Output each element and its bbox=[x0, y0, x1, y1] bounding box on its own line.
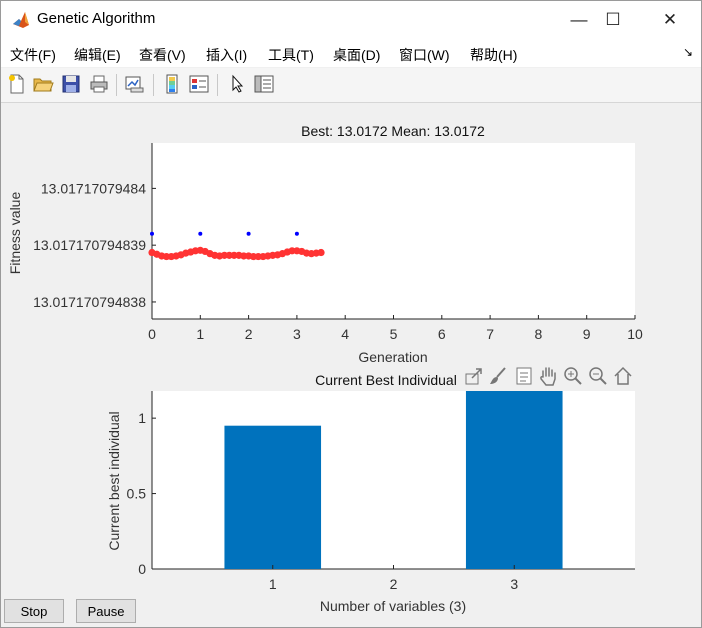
maximize-button[interactable]: ☐ bbox=[590, 1, 636, 39]
menu-window[interactable]: 窗口(W) bbox=[399, 45, 450, 65]
x-tick-label: 1 bbox=[196, 326, 204, 342]
new-figure-icon[interactable] bbox=[6, 73, 28, 95]
y-tick-label: 13.01717079484 bbox=[41, 180, 146, 196]
menu-bar: 文件(F) 编辑(E) 查看(V) 插入(I) 工具(T) 桌面(D) 窗口(W… bbox=[1, 39, 701, 67]
x-tick-label: 2 bbox=[245, 326, 253, 342]
figure-toolbar bbox=[1, 68, 701, 103]
y-tick-label: 0 bbox=[138, 561, 146, 577]
title-bar: Genetic Algorithm — ☐ ✕ bbox=[1, 1, 701, 39]
fitness-x-label: Generation bbox=[358, 349, 427, 365]
fitness-y-label: Fitness value bbox=[7, 192, 23, 275]
open-file-icon[interactable] bbox=[32, 73, 54, 95]
zoom-in-icon[interactable] bbox=[562, 365, 584, 387]
link-plot-icon[interactable] bbox=[123, 73, 145, 95]
menu-insert[interactable]: 插入(I) bbox=[206, 45, 247, 65]
toolbar-separator bbox=[153, 74, 154, 96]
best-fitness-point bbox=[294, 231, 299, 236]
close-button[interactable]: ✕ bbox=[647, 1, 693, 39]
zoom-out-icon[interactable] bbox=[587, 365, 609, 387]
export-icon[interactable] bbox=[463, 365, 485, 387]
colorbar-icon[interactable] bbox=[161, 73, 183, 95]
close-icon: ✕ bbox=[662, 10, 678, 29]
datatip-icon[interactable] bbox=[512, 365, 534, 387]
minimize-icon: — bbox=[570, 10, 588, 29]
matlab-icon bbox=[13, 12, 29, 28]
menu-tools[interactable]: 工具(T) bbox=[268, 45, 314, 65]
fitness-chart-title: Best: 13.0172 Mean: 13.0172 bbox=[301, 123, 485, 139]
menu-desktop[interactable]: 桌面(D) bbox=[333, 45, 380, 65]
individual-y-label: Current best individual bbox=[106, 411, 122, 550]
menu-view[interactable]: 查看(V) bbox=[139, 45, 186, 65]
mean-fitness-point bbox=[317, 248, 325, 257]
x-tick-label: 7 bbox=[486, 326, 494, 342]
y-tick-label: 13.017170794839 bbox=[33, 237, 146, 253]
y-tick-label: 1 bbox=[138, 410, 146, 426]
individual-chart-title: Current Best Individual bbox=[315, 372, 457, 388]
stop-button[interactable]: Stop bbox=[4, 599, 64, 623]
y-tick-label: 0.5 bbox=[127, 486, 147, 502]
x-tick-label: 4 bbox=[341, 326, 349, 342]
x-tick-label: 3 bbox=[293, 326, 301, 342]
fitness-axes[interactable] bbox=[152, 143, 635, 319]
property-inspector-icon[interactable] bbox=[253, 73, 275, 95]
toolbar-separator bbox=[217, 74, 218, 96]
best-fitness-point bbox=[150, 231, 154, 236]
pointer-icon[interactable] bbox=[226, 73, 248, 95]
bar-variable-3 bbox=[465, 391, 563, 569]
toolbar-separator bbox=[116, 74, 117, 96]
x-tick-label: 5 bbox=[390, 326, 398, 342]
pan-hand-icon[interactable] bbox=[537, 365, 559, 387]
menu-help[interactable]: 帮助(H) bbox=[470, 45, 517, 65]
x-tick-label: 9 bbox=[583, 326, 591, 342]
bar-variable-1 bbox=[224, 425, 322, 569]
x-tick-label: 0 bbox=[148, 326, 156, 342]
x-tick-label: 1 bbox=[269, 576, 277, 592]
menu-edit[interactable]: 编辑(E) bbox=[74, 45, 121, 65]
menu-overflow-icon[interactable]: ↘ bbox=[683, 45, 693, 59]
print-icon[interactable] bbox=[88, 73, 110, 95]
home-icon[interactable] bbox=[612, 365, 634, 387]
brush-icon[interactable] bbox=[487, 365, 509, 387]
legend-icon[interactable] bbox=[188, 73, 210, 95]
individual-x-label: Number of variables (3) bbox=[320, 598, 466, 614]
menu-file[interactable]: 文件(F) bbox=[10, 45, 56, 65]
window-title: Genetic Algorithm bbox=[37, 10, 156, 27]
x-tick-label: 10 bbox=[627, 326, 643, 342]
figure-window: Genetic Algorithm — ☐ ✕ 文件(F) 编辑(E) 查看(V… bbox=[0, 0, 702, 628]
maximize-icon: ☐ bbox=[605, 10, 621, 29]
y-tick-label: 13.017170794838 bbox=[33, 294, 146, 310]
best-fitness-point bbox=[246, 231, 251, 236]
best-fitness-point bbox=[198, 231, 203, 236]
x-tick-label: 6 bbox=[438, 326, 446, 342]
x-tick-label: 2 bbox=[390, 576, 398, 592]
x-tick-label: 3 bbox=[510, 576, 518, 592]
save-icon[interactable] bbox=[60, 73, 82, 95]
pause-button[interactable]: Pause bbox=[76, 599, 136, 623]
x-tick-label: 8 bbox=[535, 326, 543, 342]
